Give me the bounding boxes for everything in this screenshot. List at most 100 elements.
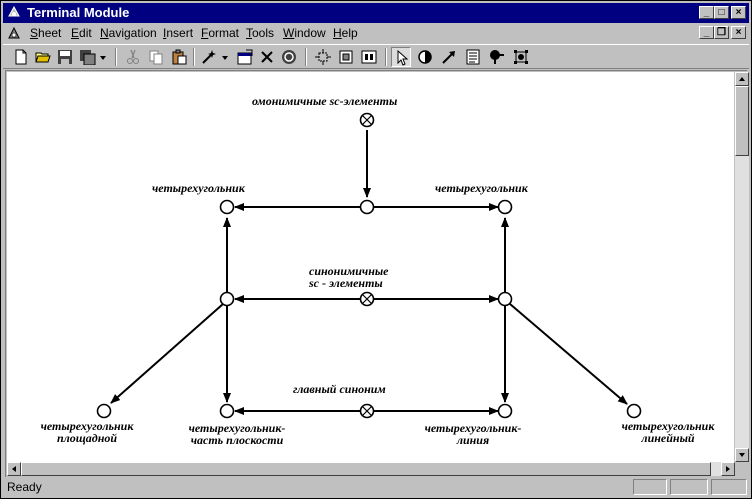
maximize-button[interactable]: □	[714, 6, 729, 19]
diagram-canvas[interactable]: омонимичные sc-элементы четырехугольник …	[7, 72, 734, 462]
close-icon: ×	[735, 7, 742, 18]
grid-icon	[315, 49, 331, 65]
scroll-right-button[interactable]	[721, 462, 735, 476]
refresh-button[interactable]	[279, 47, 299, 67]
application-window: Terminal Module _ □ × Sheet Edit Navigat…	[0, 0, 752, 499]
maximize-icon: □	[718, 7, 725, 18]
properties-button[interactable]	[235, 47, 255, 67]
node-tool-icon	[514, 50, 528, 64]
copy-button[interactable]	[146, 47, 166, 67]
node-tool-button[interactable]	[511, 47, 531, 67]
document-icon[interactable]	[7, 26, 21, 40]
label-linear-2: линейный	[641, 431, 695, 445]
properties-icon	[237, 49, 253, 65]
menu-edit[interactable]: Edit	[71, 25, 92, 41]
status-panel-3	[711, 479, 747, 495]
node-top-left[interactable]	[219, 199, 235, 215]
toolbar-separator	[305, 48, 307, 66]
delete-icon	[261, 51, 273, 63]
save-button[interactable]	[55, 47, 75, 67]
toolbar-separator	[115, 48, 117, 66]
zoom-area-icon	[361, 50, 377, 64]
label-homonymous: омонимичные sc-элементы	[252, 94, 398, 108]
node-main-synonym[interactable]	[359, 403, 375, 419]
label-line-2: линия	[456, 433, 490, 447]
arrow-left-icon	[12, 466, 16, 472]
node-mid-right[interactable]	[497, 291, 513, 307]
menu-window[interactable]: Window	[283, 25, 326, 41]
title-bar[interactable]: Terminal Module _ □ ×	[3, 3, 749, 23]
paste-icon	[172, 49, 187, 65]
menu-sheet[interactable]: Sheet	[30, 25, 61, 41]
open-button[interactable]	[33, 47, 53, 67]
menu-bar: Sheet Edit Navigation Insert Format Tool…	[3, 23, 749, 43]
menu-help[interactable]: Help	[333, 25, 358, 41]
paste-button[interactable]	[169, 47, 189, 67]
new-document-button[interactable]	[11, 47, 31, 67]
cut-icon	[127, 49, 139, 64]
minimize-button[interactable]: _	[699, 6, 714, 19]
vertical-scrollbar[interactable]	[735, 72, 749, 462]
scroll-left-button[interactable]	[7, 462, 21, 476]
new-document-icon	[15, 49, 27, 65]
arrow-tool-button[interactable]	[439, 47, 459, 67]
menu-insert[interactable]: Insert	[163, 25, 193, 41]
delete-button[interactable]	[257, 47, 277, 67]
label-quad-right: четырехугольник	[435, 181, 528, 195]
close-button[interactable]: ×	[731, 6, 746, 19]
doc-restore-button[interactable]: ❐	[714, 26, 729, 39]
document-view: омонимичные sc-элементы четырехугольник …	[5, 70, 749, 477]
node-line[interactable]	[497, 403, 513, 419]
wand-button[interactable]	[199, 47, 231, 67]
edge-mid-left-to-planar[interactable]	[110, 303, 224, 404]
arrow-tool-icon	[442, 51, 455, 64]
zoom-fit-button[interactable]	[336, 47, 356, 67]
horizontal-scroll-thumb[interactable]	[21, 462, 711, 476]
window-title: Terminal Module	[27, 5, 130, 20]
pointer-icon	[397, 50, 409, 66]
menu-tools[interactable]: Tools	[246, 25, 274, 41]
node-plane-part[interactable]	[219, 403, 235, 419]
minimize-icon: _	[703, 27, 710, 38]
doc-close-button[interactable]: ×	[731, 26, 746, 39]
pin-icon	[490, 50, 504, 64]
doc-minimize-button[interactable]: _	[699, 26, 714, 39]
contrast-button[interactable]	[415, 47, 435, 67]
arrow-down-icon	[739, 453, 745, 457]
node-mid-left[interactable]	[219, 291, 235, 307]
arrow-right-icon	[726, 466, 730, 472]
edge-mid-right-to-linear[interactable]	[509, 303, 628, 405]
pointer-tool-button[interactable]	[391, 47, 411, 67]
node-planar[interactable]	[96, 403, 112, 419]
horizontal-scrollbar[interactable]	[7, 462, 735, 476]
status-panel-2	[670, 479, 708, 495]
toolbar-separator	[193, 48, 195, 66]
node-linear[interactable]	[626, 403, 642, 419]
save-as-icon	[80, 50, 106, 65]
node-top-right[interactable]	[497, 199, 513, 215]
open-folder-icon	[35, 52, 51, 63]
toolbar	[3, 44, 749, 69]
zoom-area-button[interactable]	[359, 47, 379, 67]
menu-format[interactable]: Format	[201, 25, 239, 41]
refresh-icon	[282, 50, 296, 64]
restore-icon: ❐	[717, 27, 726, 38]
cut-button[interactable]	[123, 47, 143, 67]
scroll-down-button[interactable]	[735, 448, 749, 462]
node-synonym[interactable]	[359, 291, 375, 307]
copy-icon	[149, 50, 163, 65]
grid-button[interactable]	[313, 47, 333, 67]
save-as-button[interactable]	[77, 47, 109, 67]
pin-button[interactable]	[487, 47, 507, 67]
scroll-up-button[interactable]	[735, 72, 749, 86]
menu-navigation[interactable]: Navigation	[100, 25, 157, 41]
label-quad-left: четырехугольник	[152, 181, 245, 195]
vertical-scroll-thumb[interactable]	[735, 86, 749, 156]
text-tool-button[interactable]	[463, 47, 483, 67]
arrow-up-icon	[739, 77, 745, 81]
minimize-icon: _	[703, 7, 710, 18]
label-main-synonym: главный синоним	[293, 382, 386, 396]
node-homonym[interactable]	[359, 112, 375, 128]
node-top-center[interactable]	[359, 199, 375, 215]
toolbar-separator	[385, 48, 387, 66]
